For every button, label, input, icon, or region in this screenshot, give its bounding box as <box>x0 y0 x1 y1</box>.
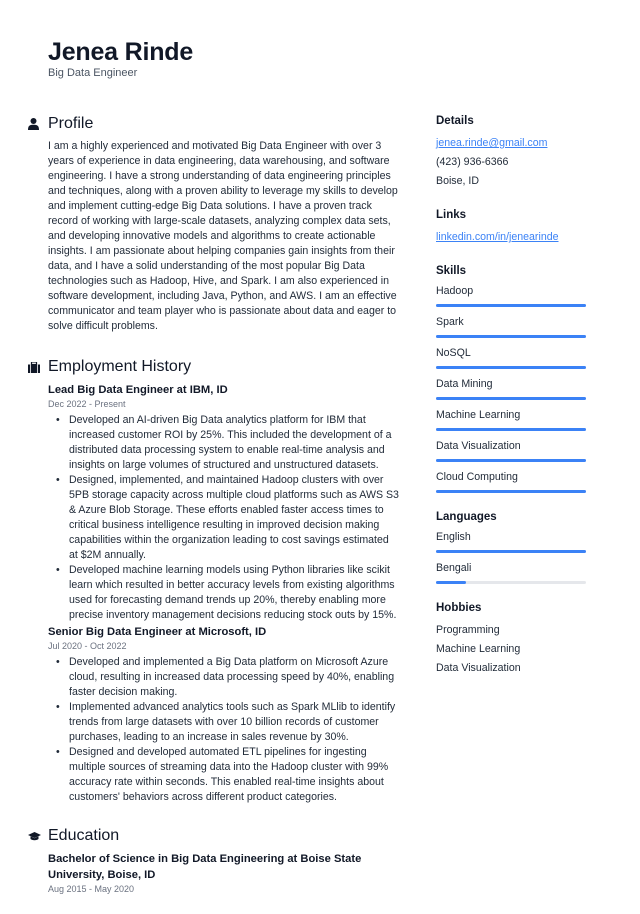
skill-level-track <box>436 366 586 369</box>
hobby-item: Machine Learning <box>436 643 521 655</box>
skill-level-fill <box>436 366 586 369</box>
skill-level-track <box>436 490 586 493</box>
skill-item: NoSQL <box>436 346 616 369</box>
skill-level-track <box>436 304 586 307</box>
profile-section: Profile I am a highly experienced and mo… <box>28 113 400 334</box>
skills-section: Skills Hadoop Spark NoSQL Data Mining Machin… <box>436 263 616 493</box>
job-entry: Lead Big Data Engineer at IBM, ID Dec 20… <box>28 382 400 623</box>
skill-level-track <box>436 428 586 431</box>
language-label: English <box>436 531 471 543</box>
hobbies-heading: Hobbies <box>436 602 482 614</box>
language-level-track <box>436 581 586 584</box>
language-level-fill <box>436 550 586 553</box>
skill-level-track <box>436 397 586 400</box>
job-title: Senior Big Data Engineer at Microsoft, I… <box>48 626 267 638</box>
education-section: Education Bachelor of Science in Big Dat… <box>28 825 400 896</box>
main-column: Profile I am a highly experienced and mo… <box>28 113 400 914</box>
job-dates: Dec 2022 - Present <box>48 399 126 409</box>
language-level-fill <box>436 581 466 584</box>
job-bullet: Implemented advanced analytics tools suc… <box>56 700 400 745</box>
language-item: English <box>436 530 616 553</box>
skill-level-fill <box>436 304 586 307</box>
phone-number: (423) 936-6366 <box>436 156 509 168</box>
hobby-item: Data Visualization <box>436 662 521 674</box>
hobby-item: Programming <box>436 624 500 636</box>
skill-item: Data Mining <box>436 377 616 400</box>
candidate-role: Big Data Engineer <box>48 67 138 79</box>
skill-label: Data Mining <box>436 378 493 390</box>
graduation-cap-icon <box>28 831 48 841</box>
job-dates: Jul 2020 - Oct 2022 <box>48 641 127 651</box>
skill-level-fill <box>436 490 586 493</box>
skill-label: Machine Learning <box>436 409 521 421</box>
job-entry: Senior Big Data Engineer at Microsoft, I… <box>28 624 400 805</box>
employment-section: Employment History Lead Big Data Enginee… <box>28 356 400 805</box>
job-bullets: Developed an AI-driven Big Data analytic… <box>48 413 400 623</box>
candidate-name: Jenea Rinde <box>48 38 194 66</box>
skill-item: Hadoop <box>436 284 616 307</box>
languages-section: Languages English Bengali <box>436 509 616 584</box>
skill-item: Cloud Computing <box>436 470 616 493</box>
skill-item: Spark <box>436 315 616 338</box>
skill-level-fill <box>436 459 586 462</box>
skill-item: Machine Learning <box>436 408 616 431</box>
language-level-track <box>436 550 586 553</box>
job-bullet: Developed machine learning models using … <box>56 563 400 623</box>
sidebar: Details jenea.rinde@gmail.com (423) 936-… <box>436 113 616 694</box>
skill-level-fill <box>436 335 586 338</box>
profile-summary: I am a highly experienced and motivated … <box>48 140 398 332</box>
skill-level-track <box>436 335 586 338</box>
details-section: Details jenea.rinde@gmail.com (423) 936-… <box>436 113 616 191</box>
briefcase-icon <box>28 361 48 373</box>
links-heading: Links <box>436 209 467 221</box>
skill-label: Hadoop <box>436 285 474 297</box>
links-section: Links linkedin.com/in/jenearinde <box>436 207 616 247</box>
language-item: Bengali <box>436 561 616 584</box>
skill-label: Data Visualization <box>436 440 521 452</box>
language-label: Bengali <box>436 562 472 574</box>
skill-label: Cloud Computing <box>436 471 518 483</box>
job-bullet: Designed, implemented, and maintained Ha… <box>56 473 400 563</box>
skill-level-fill <box>436 397 586 400</box>
employment-heading: Employment History <box>48 358 192 375</box>
skill-level-fill <box>436 428 586 431</box>
job-bullet: Developed and implemented a Big Data pla… <box>56 655 400 700</box>
linkedin-link[interactable]: linkedin.com/in/jenearinde <box>436 231 559 243</box>
email-link[interactable]: jenea.rinde@gmail.com <box>436 137 547 149</box>
education-degree: Bachelor of Science in Big Data Engineer… <box>48 853 362 881</box>
job-bullet: Developed an AI-driven Big Data analytic… <box>56 413 400 473</box>
skill-item: Data Visualization <box>436 439 616 462</box>
skill-label: NoSQL <box>436 347 471 359</box>
skills-heading: Skills <box>436 265 467 277</box>
education-heading: Education <box>48 827 120 844</box>
skill-label: Spark <box>436 316 464 328</box>
education-dates: Aug 2015 - May 2020 <box>48 884 135 894</box>
skill-level-track <box>436 459 586 462</box>
user-icon <box>28 118 48 130</box>
languages-heading: Languages <box>436 511 497 523</box>
profile-heading: Profile <box>48 115 94 132</box>
job-bullets: Developed and implemented a Big Data pla… <box>48 655 400 805</box>
job-title: Lead Big Data Engineer at IBM, ID <box>48 384 228 396</box>
details-heading: Details <box>436 115 474 127</box>
location: Boise, ID <box>436 175 479 187</box>
job-bullet: Designed and developed automated ETL pip… <box>56 745 400 805</box>
hobbies-section: Hobbies Programming Machine Learning Data … <box>436 600 616 678</box>
